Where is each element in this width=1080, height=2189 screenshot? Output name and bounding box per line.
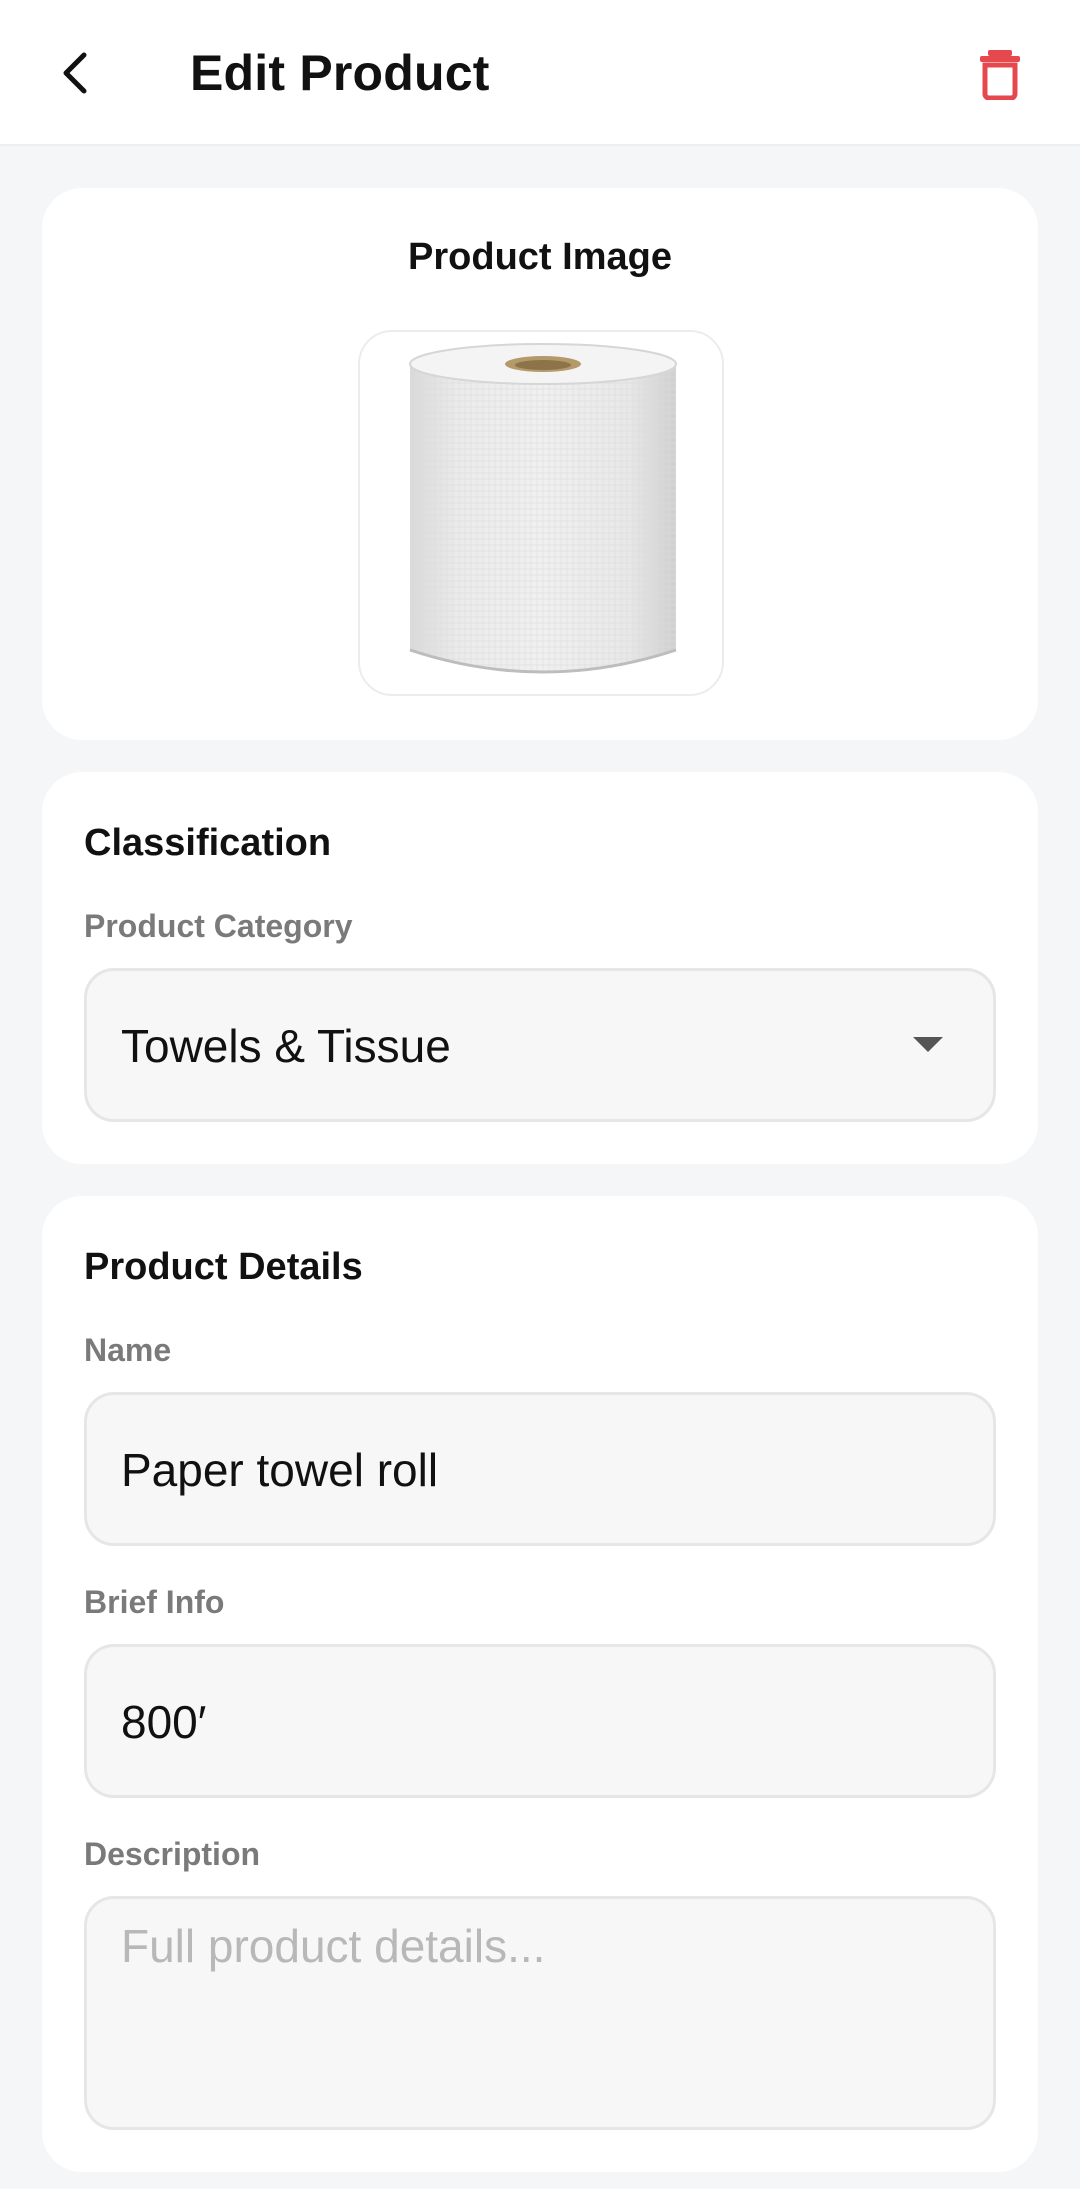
product-category-dropdown[interactable]: Towels & Tissue [84, 968, 996, 1122]
dropdown-arrow-icon [913, 1037, 943, 1052]
name-label: Name [84, 1332, 172, 1368]
classification-title: Classification [84, 822, 332, 864]
product-image-card: Product Image [42, 188, 1038, 740]
paper-towel-roll-image [409, 343, 677, 674]
classification-card: Classification Product Category Towels &… [42, 772, 1038, 1164]
app-header: Edit Product [0, 0, 1080, 146]
name-value: Paper towel roll [121, 1444, 439, 1496]
product-details-card: Product Details Name Paper towel roll Br… [42, 1196, 1038, 2172]
brief-info-label: Brief Info [84, 1584, 225, 1620]
name-input[interactable]: Paper towel roll [84, 1392, 996, 1546]
chevron-left-icon [63, 52, 87, 94]
description-textarea[interactable]: Full product details... [84, 1896, 996, 2130]
product-image[interactable] [358, 330, 724, 696]
back-button[interactable] [44, 38, 108, 108]
product-image-title: Product Image [408, 236, 672, 278]
description-label: Description [84, 1836, 261, 1872]
description-placeholder: Full product details... [121, 1920, 546, 1972]
delete-button[interactable] [964, 38, 1036, 110]
product-category-value: Towels & Tissue [121, 1020, 451, 1072]
brief-info-input[interactable]: 800′ [84, 1644, 996, 1798]
product-category-label: Product Category [84, 908, 353, 944]
trash-icon [980, 50, 1020, 100]
product-details-title: Product Details [84, 1246, 363, 1288]
page-title: Edit Product [190, 45, 490, 101]
brief-info-value: 800′ [121, 1696, 207, 1748]
